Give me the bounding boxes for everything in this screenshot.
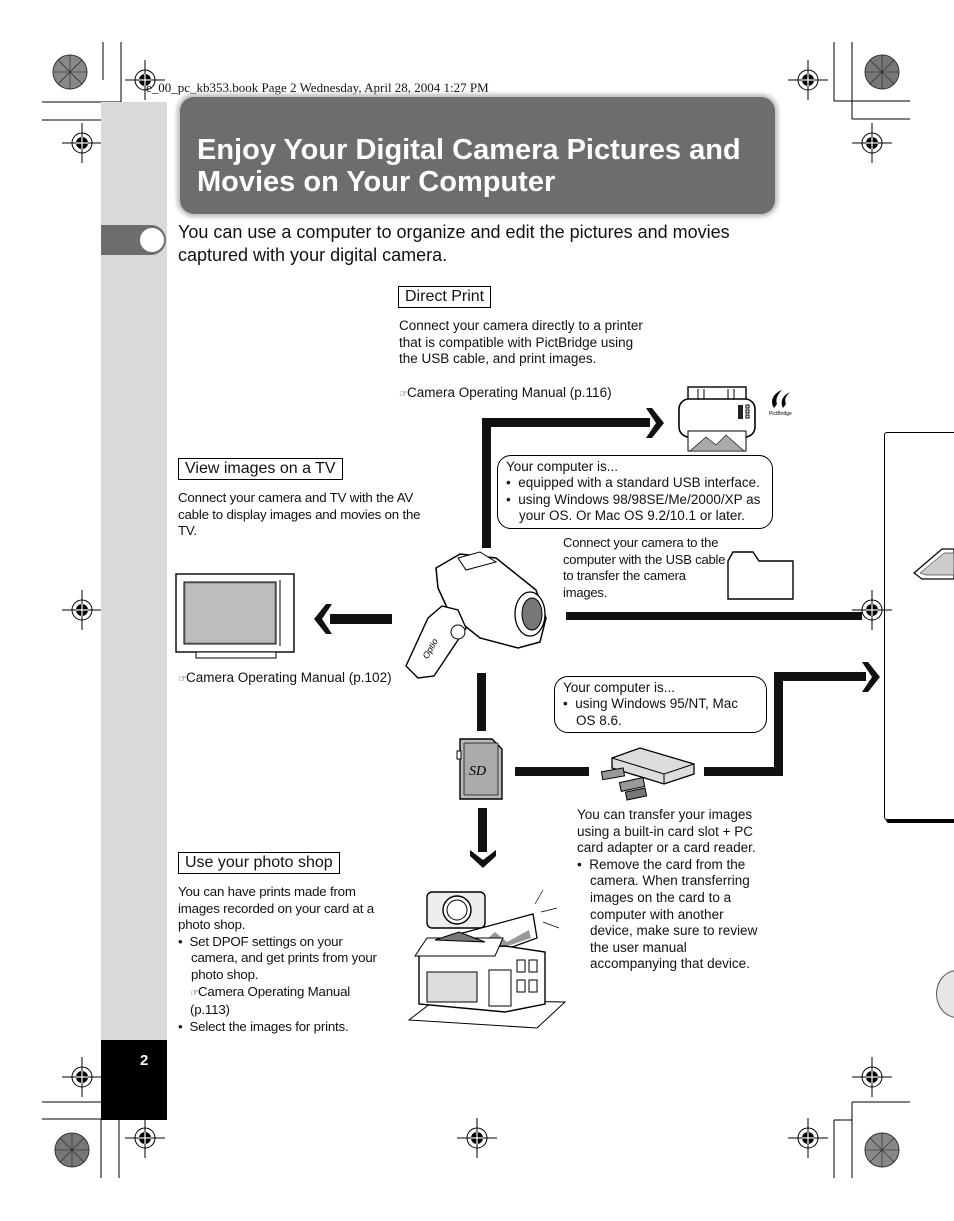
sd-card-label: SD <box>469 764 486 779</box>
photo-shop-text: You can have prints made from images rec… <box>178 884 383 1035</box>
registration-target-icon <box>62 590 102 630</box>
bubble-heading: Your computer is... <box>563 680 676 695</box>
pictbridge-logo-text: PictBridge <box>769 411 792 417</box>
card-to-shop-bar <box>478 808 487 852</box>
registration-target-icon <box>457 1118 497 1158</box>
star-target-icon <box>54 1132 90 1168</box>
legacy-os-bubble: Your computer is... • using Windows 95/N… <box>554 676 767 734</box>
star-target-icon <box>864 54 900 90</box>
intro-text: You can use a computer to organize and e… <box>178 222 730 265</box>
arrow-head-right-icon <box>646 408 664 438</box>
registration-target-icon <box>788 1118 828 1158</box>
camera-icon: Optio <box>405 551 547 679</box>
direct-print-ref-link[interactable]: Camera Operating Manual (p.116) <box>407 385 612 400</box>
card-reader-bullet: • Remove the card from the camera. When … <box>577 856 758 972</box>
bubble-bullet: • using Windows 98/98SE/Me/2000/XP as yo… <box>506 491 761 524</box>
photo-shop-reference: ☞Camera Operating Manual (p.113) <box>178 984 383 1019</box>
registration-target-icon <box>788 60 828 100</box>
printer-icon <box>678 386 756 452</box>
photo-shop-icon <box>407 889 567 1029</box>
reference-icon: ☞ <box>190 987 199 999</box>
registration-target-icon <box>62 1057 102 1097</box>
usb-connect-text: Connect your camera to the computer with… <box>563 535 726 600</box>
registration-target-icon <box>852 1057 892 1097</box>
photo-shop-bullet: • Select the images for prints. <box>178 1018 349 1034</box>
bubble-bullet: • equipped with a standard USB interface… <box>506 475 760 491</box>
direct-print-description: Connect your camera directly to a printe… <box>399 318 643 367</box>
sd-card-icon: SD <box>456 738 503 800</box>
usb-requirements-bubble: Your computer is... • equipped with a st… <box>497 455 773 529</box>
bubble-heading: Your computer is... <box>506 459 619 474</box>
computer-panel <box>884 432 954 820</box>
page-number: 2 <box>140 1052 149 1069</box>
reference-icon: ☞ <box>178 674 187 685</box>
arrow-to-tv-bar <box>330 614 392 624</box>
arrow-head-down-icon <box>470 850 496 868</box>
direct-print-label: Direct Print <box>398 286 492 308</box>
reader-to-computer-bar-1 <box>704 767 780 776</box>
chapter-tab-icon <box>101 225 166 255</box>
page-title: Enjoy Your Digital Camera Pictures and M… <box>197 134 741 198</box>
star-target-icon <box>864 1132 900 1168</box>
folder-icon <box>727 551 794 600</box>
keyboard-icon <box>913 548 954 580</box>
photo-shop-label: Use your photo shop <box>178 852 340 874</box>
bubble-bullet: • using Windows 95/NT, Mac OS 8.6. <box>563 696 739 728</box>
arrow-to-printer-vertical <box>482 418 491 548</box>
print-header: e_00_pc_kb353.book Page 2 Wednesday, Apr… <box>146 80 489 95</box>
arrow-to-computer-bar <box>566 612 862 620</box>
camera-to-card-bar <box>477 673 486 731</box>
view-tv-label: View images on a TV <box>178 458 343 480</box>
page-number-tab <box>101 1040 167 1120</box>
card-reader-description: You can transfer your images using a bui… <box>577 807 767 973</box>
direct-print-reference: ☞Camera Operating Manual (p.116) <box>399 385 612 404</box>
pictbridge-logo-icon: PictBridge <box>769 390 792 417</box>
photo-shop-ref-link[interactable]: Camera Operating Manual (p.113) <box>190 984 350 1018</box>
card-reader-icon <box>600 747 695 801</box>
view-tv-description: Connect your camera and TV with the AV c… <box>178 490 421 539</box>
reader-to-computer-bar-2 <box>774 672 783 776</box>
star-target-icon <box>52 54 88 90</box>
tv-icon <box>175 573 295 659</box>
registration-target-icon <box>62 123 102 163</box>
card-to-reader-bar <box>515 767 589 776</box>
arrow-head-left-icon <box>314 604 332 634</box>
registration-target-icon <box>125 1118 165 1158</box>
photo-shop-bullet: • Set DPOF settings on your camera, and … <box>178 933 377 982</box>
view-tv-reference: ☞Camera Operating Manual (p.102) <box>178 670 392 689</box>
reference-icon: ☞ <box>399 389 408 400</box>
arrow-head-right-icon <box>862 662 880 692</box>
arrow-to-printer-horizontal <box>482 418 650 427</box>
reader-to-computer-bar-3 <box>774 672 866 681</box>
view-tv-ref-link[interactable]: Camera Operating Manual (p.102) <box>186 670 392 685</box>
registration-target-icon <box>852 123 892 163</box>
